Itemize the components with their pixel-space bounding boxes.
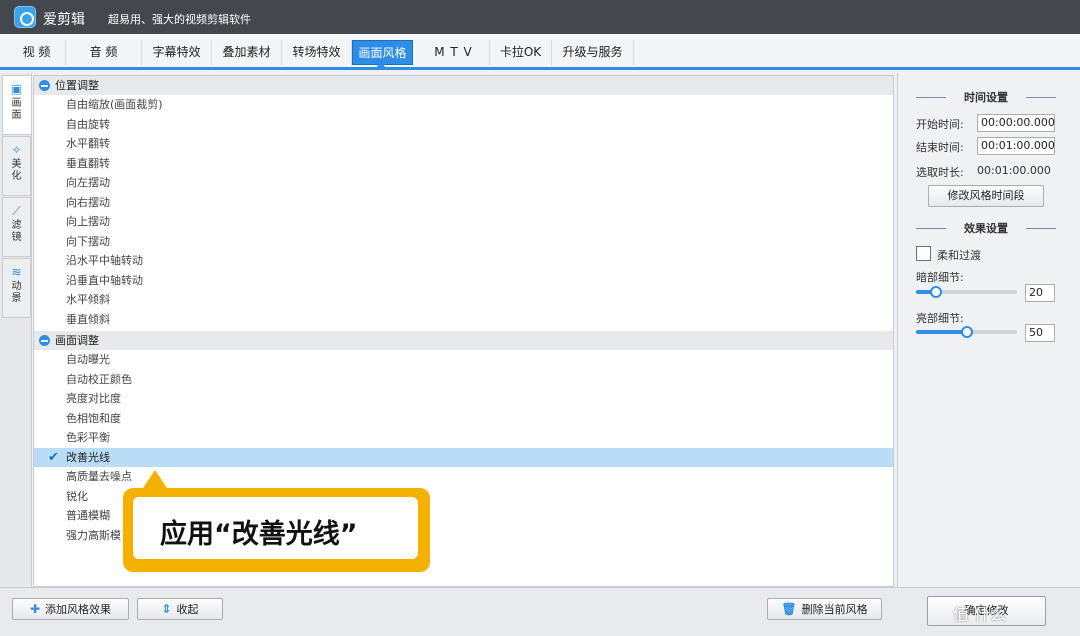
add-style-button[interactable]: ✚ 添加风格效果 [12, 598, 129, 620]
lines-icon: ≋ [11, 265, 22, 279]
title-bar: 爱剪辑 超易用、强大的视频剪辑软件 [0, 0, 1080, 34]
tab-mtv[interactable]: M T V [418, 40, 490, 65]
duration-value: 00:01:00.000 [977, 164, 1051, 177]
list-item[interactable]: 沿水平中轴转动 [34, 251, 893, 270]
list-item[interactable]: 垂直倾斜 [34, 310, 893, 329]
list-item[interactable]: 亮度对比度 [34, 389, 893, 408]
wand-icon: ⟋ [12, 204, 21, 218]
tab-upgrade-service[interactable]: 升级与服务 [552, 40, 634, 65]
list-item[interactable]: 色彩平衡 [34, 428, 893, 447]
button-label: 添加风格效果 [45, 603, 112, 616]
side-tab-label: 美化 [11, 159, 22, 182]
checkmark-icon: ✔ [48, 450, 59, 465]
tab-overlay-material[interactable]: 叠加素材 [212, 40, 282, 65]
tab-video[interactable]: 视 频 [8, 40, 66, 65]
list-item[interactable]: 向左摆动 [34, 173, 893, 192]
side-tab-bar: ▣ 画面 ✧ 美化 ⟋ 滤镜 ≋ 动景 [0, 73, 32, 587]
end-time-input[interactable]: 00:01:00.000 [977, 137, 1055, 155]
callout-text: 应用“改善光线” [160, 519, 358, 550]
start-time-label: 开始时间: [916, 118, 964, 131]
soft-transition-checkbox[interactable] [916, 246, 931, 261]
list-item[interactable]: 垂直翻转 [34, 154, 893, 173]
list-item[interactable]: 自动曝光 [34, 350, 893, 369]
list-item[interactable]: 色相饱和度 [34, 409, 893, 428]
app-logo-icon [14, 6, 36, 28]
tab-karaoke[interactable]: 卡拉OK [490, 40, 552, 65]
section-title: 时间设置 [964, 91, 1008, 104]
list-item-selected[interactable]: ✔ 改善光线 [34, 448, 893, 467]
dark-detail-label: 暗部细节: [916, 271, 964, 284]
group-label: 位置调整 [55, 79, 99, 92]
picture-icon: ▣ [10, 82, 23, 96]
group-label: 画面调整 [55, 334, 99, 347]
end-time-label: 结束时间: [916, 141, 964, 154]
button-label: 收起 [176, 603, 199, 616]
side-tab-motion[interactable]: ≋ 动景 [2, 258, 31, 318]
list-item[interactable]: 向右摆动 [34, 193, 893, 212]
app-subtitle: 超易用、强大的视频剪辑软件 [108, 13, 251, 26]
trash-icon: 🗑 [781, 602, 797, 616]
collapse-button[interactable]: ⇕ 收起 [137, 598, 223, 620]
list-item[interactable]: 向下摆动 [34, 232, 893, 251]
section-time-settings: 时间设置 [916, 89, 1056, 105]
list-item[interactable]: 沿垂直中轴转动 [34, 271, 893, 290]
side-tab-label: 动景 [11, 281, 22, 304]
list-item[interactable]: 自动校正颜色 [34, 370, 893, 389]
bright-detail-slider[interactable] [916, 326, 1017, 338]
start-time-input[interactable]: 00:00:00.000 [977, 114, 1055, 132]
side-tab-picture[interactable]: ▣ 画面 [2, 75, 31, 135]
collapse-arrows-icon: ⇕ [161, 602, 172, 616]
bottom-toolbar [0, 587, 895, 636]
modify-time-button[interactable]: 修改风格时间段 [928, 185, 1044, 207]
collapse-icon[interactable] [39, 80, 50, 91]
section-effect-settings: 效果设置 [916, 220, 1056, 236]
magic-wand-icon: ✧ [11, 143, 22, 157]
soft-transition-label: 柔和过渡 [937, 249, 981, 262]
main-tab-bar: 视 频 音 频 字幕特效 叠加素材 转场特效 画面风格 M T V 卡拉OK 升… [0, 34, 1080, 70]
group-header-position[interactable]: 位置调整 [34, 76, 893, 95]
button-label: 删除当前风格 [801, 603, 868, 616]
dark-detail-slider[interactable] [916, 286, 1017, 298]
list-item[interactable]: 自由缩放(画面裁剪) [34, 95, 893, 114]
tab-audio[interactable]: 音 频 [66, 40, 142, 65]
tab-subtitle-effects[interactable]: 字幕特效 [142, 40, 212, 65]
bright-detail-input[interactable]: 50 [1025, 324, 1055, 342]
slider-fill [916, 330, 967, 334]
watermark-text: 值 什么 [953, 605, 1007, 624]
list-item[interactable]: 水平倾斜 [34, 290, 893, 309]
active-tab-indicator [376, 62, 386, 68]
side-tab-filter[interactable]: ⟋ 滤镜 [2, 197, 31, 257]
dark-detail-input[interactable]: 20 [1025, 284, 1055, 302]
list-item-label: 改善光线 [66, 451, 110, 464]
list-item[interactable]: 自由旋转 [34, 115, 893, 134]
side-tab-label: 画面 [11, 98, 22, 121]
side-tab-label: 滤镜 [11, 220, 22, 243]
section-title: 效果设置 [964, 222, 1008, 235]
list-item[interactable]: 向上摆动 [34, 212, 893, 231]
app-title: 爱剪辑 [43, 12, 85, 28]
tab-transition-effects[interactable]: 转场特效 [282, 40, 352, 65]
bright-detail-label: 亮部细节: [916, 312, 964, 325]
add-effect-icon: ✚ [29, 602, 41, 616]
delete-style-button[interactable]: 🗑 删除当前风格 [767, 598, 882, 620]
group-header-picture[interactable]: 画面调整 [34, 331, 893, 350]
list-item[interactable]: 水平翻转 [34, 134, 893, 153]
callout-pointer [143, 470, 167, 488]
collapse-icon[interactable] [39, 335, 50, 346]
side-tab-beautify[interactable]: ✧ 美化 [2, 136, 31, 196]
duration-label: 选取时长: [916, 166, 964, 179]
slider-handle[interactable] [960, 326, 973, 338]
